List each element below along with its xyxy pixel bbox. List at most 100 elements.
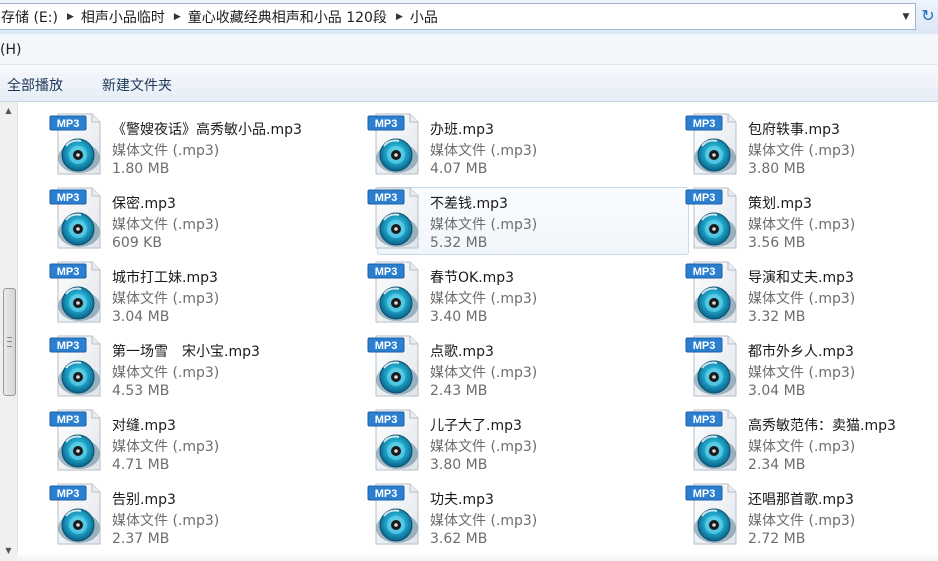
- command-toolbar: 全部播放 新建文件夹: [0, 65, 938, 102]
- file-item[interactable]: 办班.mp3 媒体文件 (.mp3) 4.07 MB: [377, 113, 689, 181]
- file-item[interactable]: 对缝.mp3 媒体文件 (.mp3) 4.71 MB: [59, 409, 371, 477]
- breadcrumb-separator-icon[interactable]: ▶: [171, 12, 184, 22]
- mp3-file-icon: [48, 482, 106, 546]
- file-size: 5.32 MB: [430, 235, 488, 251]
- file-name: 保密.mp3: [112, 196, 176, 212]
- file-type: 媒体文件 (.mp3): [112, 143, 220, 159]
- file-item[interactable]: 城市打工妹.mp3 媒体文件 (.mp3) 3.04 MB: [59, 261, 371, 329]
- breadcrumb-separator-icon[interactable]: ▶: [393, 12, 406, 22]
- file-name: 《警嫂夜话》高秀敏小品.mp3: [112, 122, 302, 138]
- file-name: 高秀敏范伟：卖猫.mp3: [748, 418, 896, 434]
- file-item[interactable]: 都市外乡人.mp3 媒体文件 (.mp3) 3.04 MB: [695, 335, 938, 403]
- file-type: 媒体文件 (.mp3): [748, 217, 856, 233]
- file-type: 媒体文件 (.mp3): [112, 217, 220, 233]
- mp3-file-icon: [366, 482, 424, 546]
- file-name: 告别.mp3: [112, 492, 176, 508]
- mp3-file-icon: [684, 112, 742, 176]
- menu-help[interactable]: (H): [0, 42, 21, 58]
- file-type: 媒体文件 (.mp3): [112, 291, 220, 307]
- file-item[interactable]: 第一场雪 宋小宝.mp3 媒体文件 (.mp3) 4.53 MB: [59, 335, 371, 403]
- breadcrumb-folder-collection[interactable]: 童心收藏经典相声和小品 120段: [184, 7, 393, 27]
- file-item[interactable]: 包府轶事.mp3 媒体文件 (.mp3) 3.80 MB: [695, 113, 938, 181]
- play-all-button[interactable]: 全部播放: [7, 75, 63, 95]
- file-item[interactable]: 策划.mp3 媒体文件 (.mp3) 3.56 MB: [695, 187, 938, 255]
- file-name: 城市打工妹.mp3: [112, 270, 218, 286]
- mp3-file-icon: [48, 112, 106, 176]
- file-item[interactable]: 春节OK.mp3 媒体文件 (.mp3) 3.40 MB: [377, 261, 689, 329]
- file-size: 3.80 MB: [430, 457, 488, 473]
- breadcrumb-folder-temp[interactable]: 相声小品临时: [77, 7, 171, 27]
- file-name: 春节OK.mp3: [430, 270, 515, 286]
- mp3-file-icon: [366, 112, 424, 176]
- file-name: 功夫.mp3: [430, 492, 494, 508]
- scroll-thumb[interactable]: [3, 288, 16, 396]
- file-size: 3.04 MB: [112, 309, 170, 325]
- file-item[interactable]: 还唱那首歌.mp3 媒体文件 (.mp3) 2.72 MB: [695, 483, 938, 551]
- file-item[interactable]: 高秀敏范伟：卖猫.mp3 媒体文件 (.mp3) 2.34 MB: [695, 409, 938, 477]
- file-type: 媒体文件 (.mp3): [430, 143, 538, 159]
- file-size: 609 KB: [112, 235, 162, 251]
- file-name: 不差钱.mp3: [430, 196, 508, 212]
- file-type: 媒体文件 (.mp3): [112, 439, 220, 455]
- mp3-file-icon: [48, 334, 106, 398]
- file-size: 1.80 MB: [112, 161, 170, 177]
- mp3-file-icon: [684, 334, 742, 398]
- file-type: 媒体文件 (.mp3): [430, 513, 538, 529]
- file-item[interactable]: 功夫.mp3 媒体文件 (.mp3) 3.62 MB: [377, 483, 689, 551]
- mp3-file-icon: [366, 408, 424, 472]
- breadcrumb-separator-icon[interactable]: ▶: [64, 12, 77, 22]
- file-name: 策划.mp3: [748, 196, 812, 212]
- file-size: 2.34 MB: [748, 457, 806, 473]
- file-type: 媒体文件 (.mp3): [430, 291, 538, 307]
- file-type: 媒体文件 (.mp3): [748, 513, 856, 529]
- refresh-icon[interactable]: ↻: [918, 5, 938, 27]
- address-history-dropdown-icon[interactable]: ▼: [897, 4, 915, 29]
- mp3-file-icon: [366, 260, 424, 324]
- mp3-file-icon: [48, 186, 106, 250]
- file-item[interactable]: 《警嫂夜话》高秀敏小品.mp3 媒体文件 (.mp3) 1.80 MB: [59, 113, 371, 181]
- file-type: 媒体文件 (.mp3): [748, 143, 856, 159]
- file-size: 2.43 MB: [430, 383, 488, 399]
- file-size: 4.07 MB: [430, 161, 488, 177]
- file-type: 媒体文件 (.mp3): [748, 439, 856, 455]
- file-name: 都市外乡人.mp3: [748, 344, 854, 360]
- file-name: 办班.mp3: [430, 122, 494, 138]
- file-size: 3.56 MB: [748, 235, 806, 251]
- breadcrumb-drive[interactable]: 存储 (E:): [0, 7, 64, 27]
- file-type: 媒体文件 (.mp3): [430, 439, 538, 455]
- file-item[interactable]: 导演和丈夫.mp3 媒体文件 (.mp3) 3.32 MB: [695, 261, 938, 329]
- file-size: 2.72 MB: [748, 531, 806, 547]
- address-bar[interactable]: 存储 (E:) ▶ 相声小品临时 ▶ 童心收藏经典相声和小品 120段 ▶ 小品…: [0, 3, 916, 30]
- file-name: 导演和丈夫.mp3: [748, 270, 854, 286]
- file-item[interactable]: 点歌.mp3 媒体文件 (.mp3) 2.43 MB: [377, 335, 689, 403]
- mp3-file-icon: [366, 186, 424, 250]
- file-name: 第一场雪 宋小宝.mp3: [112, 344, 260, 360]
- file-type: 媒体文件 (.mp3): [748, 365, 856, 381]
- grip-icon: [7, 337, 12, 347]
- scroll-down-arrow-icon[interactable]: ▼: [0, 542, 17, 559]
- file-size: 4.53 MB: [112, 383, 170, 399]
- vertical-scrollbar[interactable]: ▲ ▼: [0, 102, 18, 561]
- file-item[interactable]: 告别.mp3 媒体文件 (.mp3) 2.37 MB: [59, 483, 371, 551]
- mp3-file-icon: [684, 408, 742, 472]
- mp3-file-icon: [48, 260, 106, 324]
- breadcrumb-current-folder[interactable]: 小品: [406, 7, 444, 27]
- file-size: 4.71 MB: [112, 457, 170, 473]
- file-item[interactable]: 不差钱.mp3 媒体文件 (.mp3) 5.32 MB: [377, 187, 689, 255]
- file-name: 包府轶事.mp3: [748, 122, 840, 138]
- file-type: 媒体文件 (.mp3): [430, 217, 538, 233]
- scroll-up-arrow-icon[interactable]: ▲: [0, 102, 17, 119]
- mp3-file-icon: [684, 482, 742, 546]
- file-size: 3.04 MB: [748, 383, 806, 399]
- file-name: 对缝.mp3: [112, 418, 176, 434]
- file-size: 2.37 MB: [112, 531, 170, 547]
- file-item[interactable]: 保密.mp3 媒体文件 (.mp3) 609 KB: [59, 187, 371, 255]
- file-type: 媒体文件 (.mp3): [112, 513, 220, 529]
- file-type: 媒体文件 (.mp3): [748, 291, 856, 307]
- file-type: 媒体文件 (.mp3): [430, 365, 538, 381]
- file-name: 还唱那首歌.mp3: [748, 492, 854, 508]
- file-size: 3.32 MB: [748, 309, 806, 325]
- file-item[interactable]: 儿子大了.mp3 媒体文件 (.mp3) 3.80 MB: [377, 409, 689, 477]
- new-folder-button[interactable]: 新建文件夹: [102, 75, 172, 95]
- file-name: 点歌.mp3: [430, 344, 494, 360]
